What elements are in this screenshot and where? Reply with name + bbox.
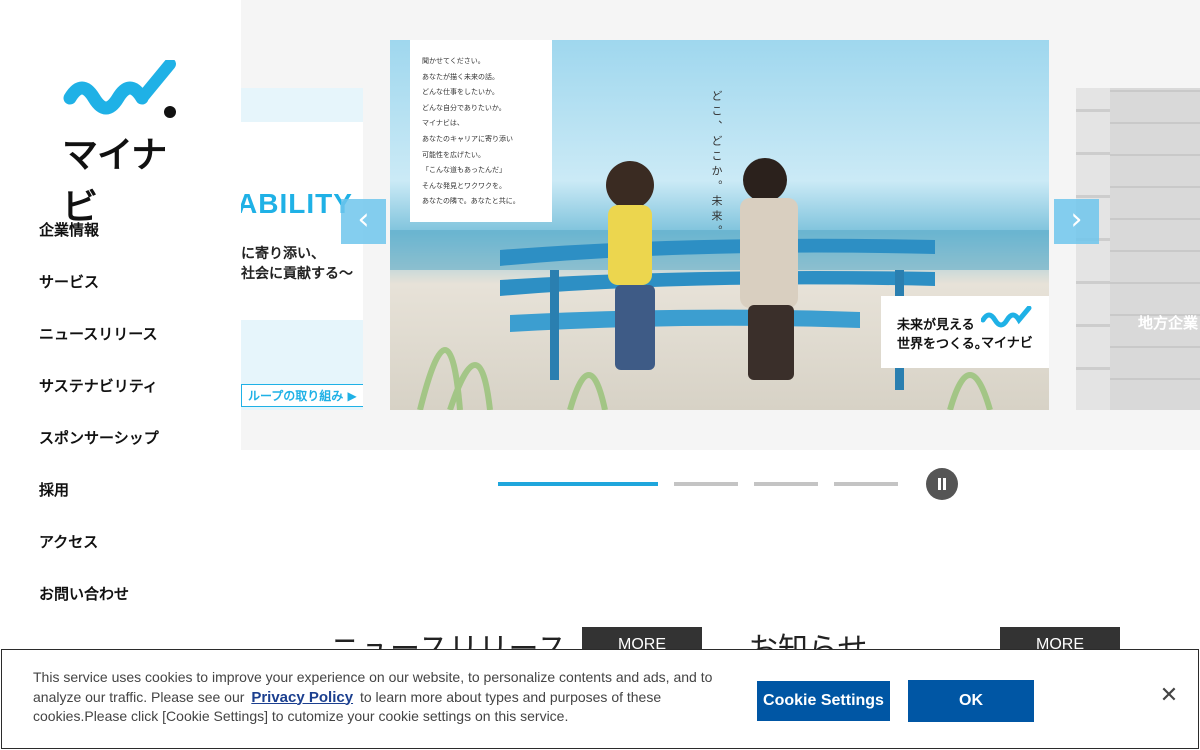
nav-item-contact[interactable]: お問い合わせ [39, 577, 159, 629]
carousel-slide-next[interactable]: 地方企業 [1076, 88, 1200, 410]
carousel-next-arrow[interactable]: › [1054, 199, 1099, 244]
carousel-slide-active[interactable]: 聞かせてください。 あなたが描く未来の話。 どんな仕事をしたいか。 どんな自分で… [390, 40, 1049, 410]
badge-logo-wave-icon [981, 306, 1032, 328]
slide-next-pillar [1076, 88, 1110, 410]
nav-item-access[interactable]: アクセス [39, 525, 159, 577]
carousel-indicator-1[interactable] [498, 482, 658, 486]
close-icon[interactable]: ✕ [1158, 683, 1180, 707]
badge-logo-text: マイナビ [981, 336, 1033, 351]
slide-next-text: 地方企業 [1138, 314, 1199, 332]
slide-prev-heading: ABILITY [241, 188, 353, 219]
carousel-prev-arrow[interactable]: ‹ [341, 199, 386, 244]
cookie-settings-button[interactable]: Cookie Settings [757, 681, 890, 721]
nav-item-company[interactable]: 企業情報 [39, 213, 159, 265]
slide-prev-sub-line1: に寄り添い、 [241, 246, 325, 262]
slide-badge: 未来が見える 世界をつくる。 マイナビ [881, 296, 1049, 368]
mynavi-logo[interactable]: マイナビ [62, 58, 182, 228]
nav-item-sustainability[interactable]: サステナビリティ [39, 369, 159, 421]
slide-prev-sub-line2: 社会に貢献する～ [241, 266, 353, 282]
badge-line2: 世界をつくる。 [897, 337, 988, 352]
sidebar: マイナビ 企業情報 サービス ニュースリリース サステナビリティ スポンサーシッ… [0, 0, 241, 750]
carousel-indicator-3[interactable] [754, 482, 818, 486]
carousel-pause-button[interactable] [926, 468, 958, 500]
privacy-policy-link[interactable]: Privacy Policy [251, 689, 353, 706]
carousel-indicator-4[interactable] [834, 482, 898, 486]
cookie-message: This service uses cookies to improve you… [33, 668, 713, 727]
logo-wave-icon [63, 58, 176, 118]
slide-prev-cta[interactable]: ループの取り組み ▶ [241, 384, 363, 407]
nav-item-news-release[interactable]: ニュースリリース [39, 317, 159, 369]
cookie-banner: This service uses cookies to improve you… [1, 649, 1199, 749]
carousel-slide-prev[interactable]: ABILITY に寄り添い、 社会に貢献する～ ループの取り組み ▶ [241, 88, 363, 410]
slide-prev-subtext: に寄り添い、 社会に貢献する～ [241, 244, 353, 284]
carousel-indicator-2[interactable] [674, 482, 738, 486]
nav-item-recruit[interactable]: 採用 [39, 473, 159, 525]
nav-item-sponsorship[interactable]: スポンサーシップ [39, 421, 159, 473]
cookie-ok-button[interactable]: OK [908, 680, 1034, 722]
main-nav: 企業情報 サービス ニュースリリース サステナビリティ スポンサーシップ 採用 … [39, 213, 159, 629]
nav-item-service[interactable]: サービス [39, 265, 159, 317]
badge-tagline: 未来が見える 世界をつくる。 [897, 316, 988, 354]
badge-line1: 未来が見える [897, 318, 975, 333]
